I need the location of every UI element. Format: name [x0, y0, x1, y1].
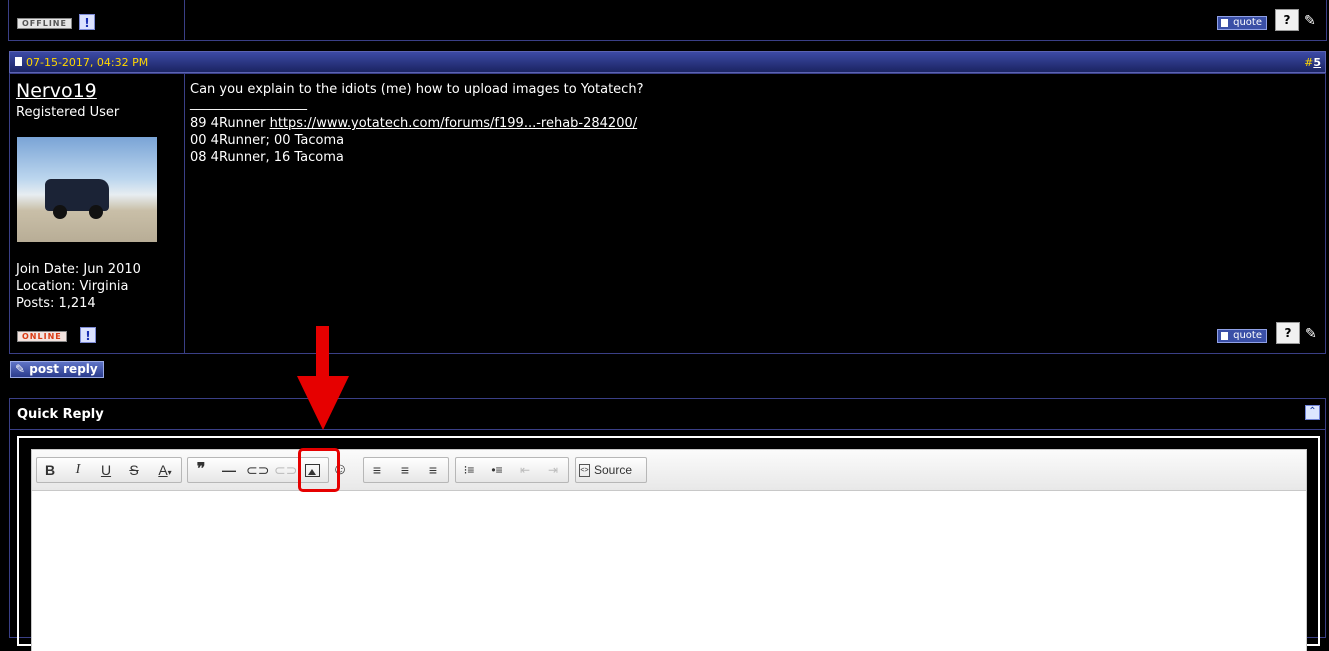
underline-button[interactable]: U	[95, 461, 117, 479]
toolbar-group-source: <> Source	[575, 457, 647, 483]
source-icon: <>	[579, 464, 590, 478]
multiquote-icon[interactable]: ?	[1275, 9, 1299, 31]
source-label: Source	[594, 463, 633, 477]
text-color-button[interactable]: A▾	[151, 461, 179, 479]
location: Location: Virginia	[16, 279, 129, 294]
edit-icon[interactable]: ✎	[1305, 326, 1319, 342]
quote-button[interactable]: quote	[1217, 16, 1267, 30]
numbered-list-icon[interactable]: ⁝≡	[458, 461, 480, 479]
bold-button[interactable]: B	[39, 461, 61, 479]
editor-frame: B I U S A▾ ❞ — ⊂⊃ ⊂⊃ ☺ ≡ ≡ ≡ ⁝≡ •≡ ⇤ ⇥ <…	[17, 436, 1320, 651]
signature-separator: __________________	[190, 96, 307, 111]
username-link[interactable]: Nervo19	[16, 80, 97, 102]
unlink-icon[interactable]: ⊂⊃	[274, 461, 297, 479]
avatar-wheel	[53, 205, 67, 219]
quote-button[interactable]: quote	[1217, 329, 1267, 343]
signature-text: 89 4Runner	[190, 116, 270, 131]
user-title: Registered User	[16, 105, 120, 120]
user-info-column: Nervo19 Registered User Join Date: Jun 2…	[10, 74, 185, 353]
post-message: Can you explain to the idiots (me) how t…	[190, 82, 644, 97]
italic-button[interactable]: I	[67, 461, 89, 479]
post-body: Nervo19 Registered User Join Date: Jun 2…	[9, 73, 1326, 354]
quick-reply-title: Quick Reply	[17, 407, 104, 422]
edit-icon[interactable]: ✎	[1304, 13, 1318, 29]
toolbar-group-align: ≡ ≡ ≡	[363, 457, 449, 483]
post-reply-label: post reply	[29, 362, 98, 376]
quote-button-label: quote	[1233, 330, 1262, 341]
post-count: Posts: 1,214	[16, 296, 96, 311]
source-button[interactable]: <> Source	[579, 461, 643, 479]
toolbar-group-lists: ⁝≡ •≡ ⇤ ⇥	[455, 457, 569, 483]
post-reply-button[interactable]: ✎ post reply	[10, 361, 104, 378]
online-badge: ONLINE	[17, 331, 67, 342]
previous-post: OFFLINE ! quote ? ✎	[8, 0, 1327, 41]
user-avatar[interactable]	[17, 137, 157, 242]
dropdown-arrow-icon: ▾	[167, 468, 172, 477]
editor-toolbar: B I U S A▾ ❞ — ⊂⊃ ⊂⊃ ☺ ≡ ≡ ≡ ⁝≡ •≡ ⇤ ⇥ <…	[31, 449, 1307, 491]
annotation-arrow-head	[297, 376, 349, 430]
link-icon[interactable]: ⊂⊃	[246, 461, 269, 479]
annotation-arrow-shaft	[316, 326, 329, 378]
indent-icon[interactable]: ⇥	[542, 461, 564, 479]
signature-line-3: 08 4Runner, 16 Tacoma	[190, 150, 344, 165]
join-date: Join Date: Jun 2010	[16, 262, 141, 277]
post-divider	[184, 0, 185, 40]
post-header: 07-15-2017, 04:32 PM #5	[9, 51, 1326, 73]
post-number-link[interactable]: 5	[1313, 56, 1321, 69]
multiquote-icon[interactable]: ?	[1276, 322, 1300, 344]
toolbar-group-format: B I U S A▾	[36, 457, 182, 483]
blockquote-button[interactable]: ❞	[190, 461, 212, 479]
quote-button-label: quote	[1233, 17, 1262, 28]
align-left-icon[interactable]: ≡	[366, 461, 388, 479]
align-right-icon[interactable]: ≡	[422, 461, 444, 479]
post-number-prefix: #	[1304, 56, 1314, 69]
collapse-icon[interactable]: ⌃	[1305, 405, 1320, 420]
signature-line-2: 00 4Runner; 00 Tacoma	[190, 133, 345, 148]
post-icon	[15, 57, 22, 66]
horizontal-rule-button[interactable]: —	[218, 461, 240, 479]
offline-badge: OFFLINE	[17, 18, 72, 29]
quick-reply-panel: Quick Reply ⌃ B I U S A▾ ❞ — ⊂⊃ ⊂⊃ ☺ ≡ ≡…	[9, 398, 1326, 651]
strikethrough-button[interactable]: S	[123, 461, 145, 479]
signature-line-1: 89 4Runner https://www.yotatech.com/foru…	[190, 116, 637, 131]
reply-icon: ✎	[15, 362, 26, 376]
signature-link[interactable]: https://www.yotatech.com/forums/f199...-…	[270, 116, 638, 131]
editor-text-area[interactable]	[31, 491, 1307, 651]
annotation-highlight-box	[298, 448, 340, 492]
report-icon[interactable]: !	[79, 14, 95, 30]
report-icon[interactable]: !	[80, 327, 96, 343]
outdent-icon[interactable]: ⇤	[514, 461, 536, 479]
panel-divider	[10, 429, 1325, 430]
post-number[interactable]: #5	[1304, 56, 1321, 69]
post-date: 07-15-2017, 04:32 PM	[26, 56, 149, 69]
text-color-label: A	[158, 462, 168, 478]
avatar-wheel	[89, 205, 103, 219]
bullet-list-icon[interactable]: •≡	[486, 461, 508, 479]
align-center-icon[interactable]: ≡	[394, 461, 416, 479]
